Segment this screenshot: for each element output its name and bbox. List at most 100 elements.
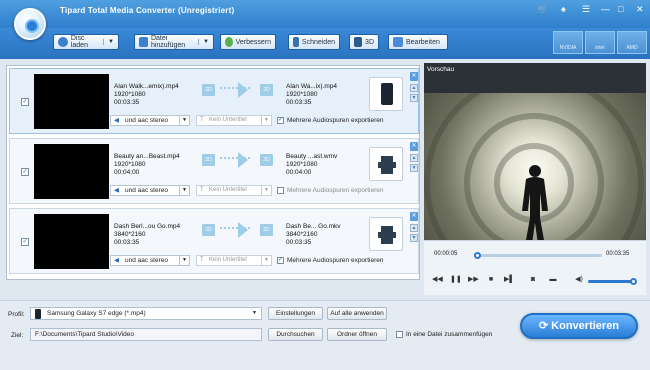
settings-button[interactable]: Einstellungen [268,307,323,320]
pause-icon[interactable]: ❚❚ [450,275,462,285]
snapshot-icon[interactable]: ◙ [528,275,538,285]
file-list: ✓ Alan Walk...emix).mp4 1920*1080 00:03:… [6,65,420,280]
rewind-icon[interactable]: ◀◀ [432,275,443,285]
file-checkbox[interactable]: ✓ [21,98,29,106]
subtitle-select[interactable]: T Kein Untertitel ▼ [196,185,272,196]
remove-file-icon[interactable]: ✕ [410,142,418,151]
target-duration: 00:03:35 [286,99,312,106]
nvidia-accel-icon[interactable]: NVIDIA [553,31,583,54]
next-icon[interactable]: ▶▌ [504,275,514,285]
profile-label: Profil: [8,311,25,318]
convert-button[interactable]: ⟳ Konvertieren [520,313,638,339]
load-disc-button[interactable]: Disc laden ▼ [53,34,119,50]
open-folder-button[interactable]: Ordner öffnen [327,328,387,341]
multi-audio-option[interactable]: ✓ Mehrere Audiospuren exportieren [277,256,383,265]
file-checkbox[interactable]: ✓ [21,238,29,246]
audio-track-select[interactable]: ◀ und aac stereo ▼ [110,115,190,126]
remove-file-icon[interactable]: ✕ [410,72,418,81]
browse-button[interactable]: Durchsuchen [268,328,323,341]
video-thumbnail[interactable] [34,214,109,269]
chevron-down-icon[interactable]: ▼ [252,308,257,319]
audio-track-label: und aac stereo [125,257,169,264]
volume-slider[interactable] [588,280,636,283]
subtitle-select[interactable]: T Kein Untertitel ▼ [196,255,272,266]
move-up-icon[interactable]: ▲ [410,84,418,92]
file-checkbox[interactable]: ✓ [21,168,29,176]
file-row[interactable]: ✓ Alan Walk...emix).mp4 1920*1080 00:03:… [9,68,419,134]
3d-icon [354,37,363,47]
multi-audio-checkbox[interactable]: ✓ [277,117,284,124]
video-thumbnail[interactable] [34,74,109,129]
edit-button[interactable]: Bearbeiten [388,34,448,50]
move-down-icon[interactable]: ▼ [410,234,418,242]
chevron-down-icon[interactable]: ▼ [179,256,189,265]
file-row[interactable]: ✓ Beauty an...Beast.mp4 1920*1080 00:04:… [9,138,419,204]
target-path-field[interactable]: F:\Documents\Tipard Studio\Video [30,328,262,341]
multi-audio-checkbox[interactable] [277,187,284,194]
load-disc-label: Disc laden [70,35,88,49]
target-label: Ziel: [11,332,24,339]
audio-track-label: und aac stereo [125,187,169,194]
audio-track-select[interactable]: ◀ und aac stereo ▼ [110,185,190,196]
merge-checkbox[interactable] [396,331,403,338]
move-down-icon[interactable]: ▼ [410,94,418,102]
stop-icon[interactable]: ■ [486,275,496,285]
multi-audio-label: Mehrere Audiospuren exportieren [287,257,384,264]
intel-accel-icon[interactable]: intel [585,31,615,54]
amd-accel-icon[interactable]: AMD [617,31,647,54]
subtitle-label: Kein Untertitel [209,257,247,263]
cart-icon[interactable]: 🛒 [537,4,548,15]
arrow-right-icon [238,222,248,238]
arrow-right-icon [238,152,248,168]
subtitle-select[interactable]: T Kein Untertitel ▼ [196,115,272,126]
conversion-arrow: 2D 2D [202,152,274,168]
output-format-button[interactable] [369,217,403,251]
multi-audio-option[interactable]: ✓ Mehrere Audiospuren exportieren [277,116,383,125]
minimize-icon[interactable]: — [601,4,610,14]
chevron-down-icon[interactable]: ▼ [103,39,114,45]
chevron-down-icon[interactable]: ▼ [198,39,209,45]
multi-audio-option[interactable]: Mehrere Audiospuren exportieren [277,186,383,195]
source-duration: 00:04:00 [114,169,140,176]
profile-select[interactable]: Samsung Galaxy S7 edge (*.mp4) ▼ [30,307,262,320]
volume-icon[interactable]: ◀) [574,275,584,285]
film-icon [378,226,396,244]
source-2d-icon: 2D [202,154,215,166]
output-format-button[interactable] [369,147,403,181]
move-up-icon[interactable]: ▲ [410,224,418,232]
video-thumbnail[interactable] [34,144,109,199]
chevron-down-icon[interactable]: ▼ [261,186,271,195]
seek-knob[interactable] [474,252,481,259]
volume-knob[interactable] [630,278,637,285]
cut-button[interactable]: Schneiden [288,34,340,50]
chevron-down-icon[interactable]: ▼ [179,186,189,195]
maximize-icon[interactable]: □ [618,4,623,14]
output-device-button[interactable] [369,77,403,111]
menu-icon[interactable]: ☰ [582,4,590,15]
target-duration: 00:03:35 [286,239,312,246]
chevron-down-icon[interactable]: ▼ [261,116,271,125]
target-duration: 00:04:00 [286,169,312,176]
chevron-down-icon[interactable]: ▼ [261,256,271,265]
3d-button[interactable]: 3D [349,34,379,50]
move-up-icon[interactable]: ▲ [410,154,418,162]
add-file-button[interactable]: Datei hinzufügen ▼ [134,34,214,50]
move-down-icon[interactable]: ▼ [410,164,418,172]
chevron-down-icon[interactable]: ▼ [179,116,189,125]
multi-audio-checkbox[interactable]: ✓ [277,257,284,264]
tip-icon[interactable]: ♠ [561,4,566,14]
total-time: 00:03:35 [606,251,630,257]
apply-all-button[interactable]: Auf alle anwenden [327,307,387,320]
seek-bar[interactable] [474,254,602,257]
improve-button[interactable]: Verbessern [220,34,276,50]
close-icon[interactable]: ✕ [636,4,644,15]
audio-track-select[interactable]: ◀ und aac stereo ▼ [110,255,190,266]
merge-option[interactable]: In eine Datei zusammenfügen [396,331,492,338]
folder-icon[interactable]: ▬ [548,275,558,285]
subtitle-icon: T [200,187,204,193]
fast-forward-icon[interactable]: ▶▶ [468,275,479,285]
merge-label: In eine Datei zusammenfügen [406,331,493,338]
preview-label: Vorschau [427,66,455,73]
remove-file-icon[interactable]: ✕ [410,212,418,221]
file-row[interactable]: ✓ Dash Berl...ou Go.mp4 3840*2160 00:03:… [9,208,419,274]
